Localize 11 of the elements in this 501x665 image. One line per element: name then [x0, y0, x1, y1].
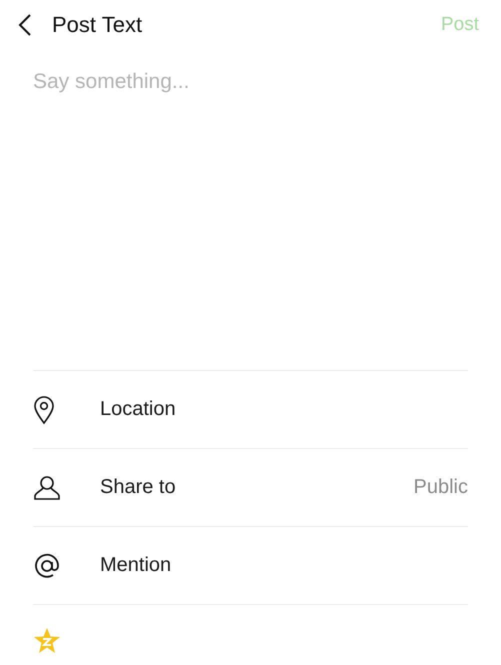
page-title: Post Text: [52, 12, 144, 38]
option-value: Public: [414, 476, 468, 499]
star-icon[interactable]: [33, 627, 61, 654]
option-label[interactable]: Mention: [100, 554, 468, 577]
person-icon: [33, 474, 61, 500]
back-chevron-icon: [18, 13, 32, 37]
location-pin-icon: [33, 394, 55, 424]
at-sign-icon: [33, 552, 61, 580]
option-label[interactable]: Location: [100, 398, 468, 421]
back-button[interactable]: [18, 13, 32, 37]
option-label[interactable]: Share to: [100, 476, 414, 499]
